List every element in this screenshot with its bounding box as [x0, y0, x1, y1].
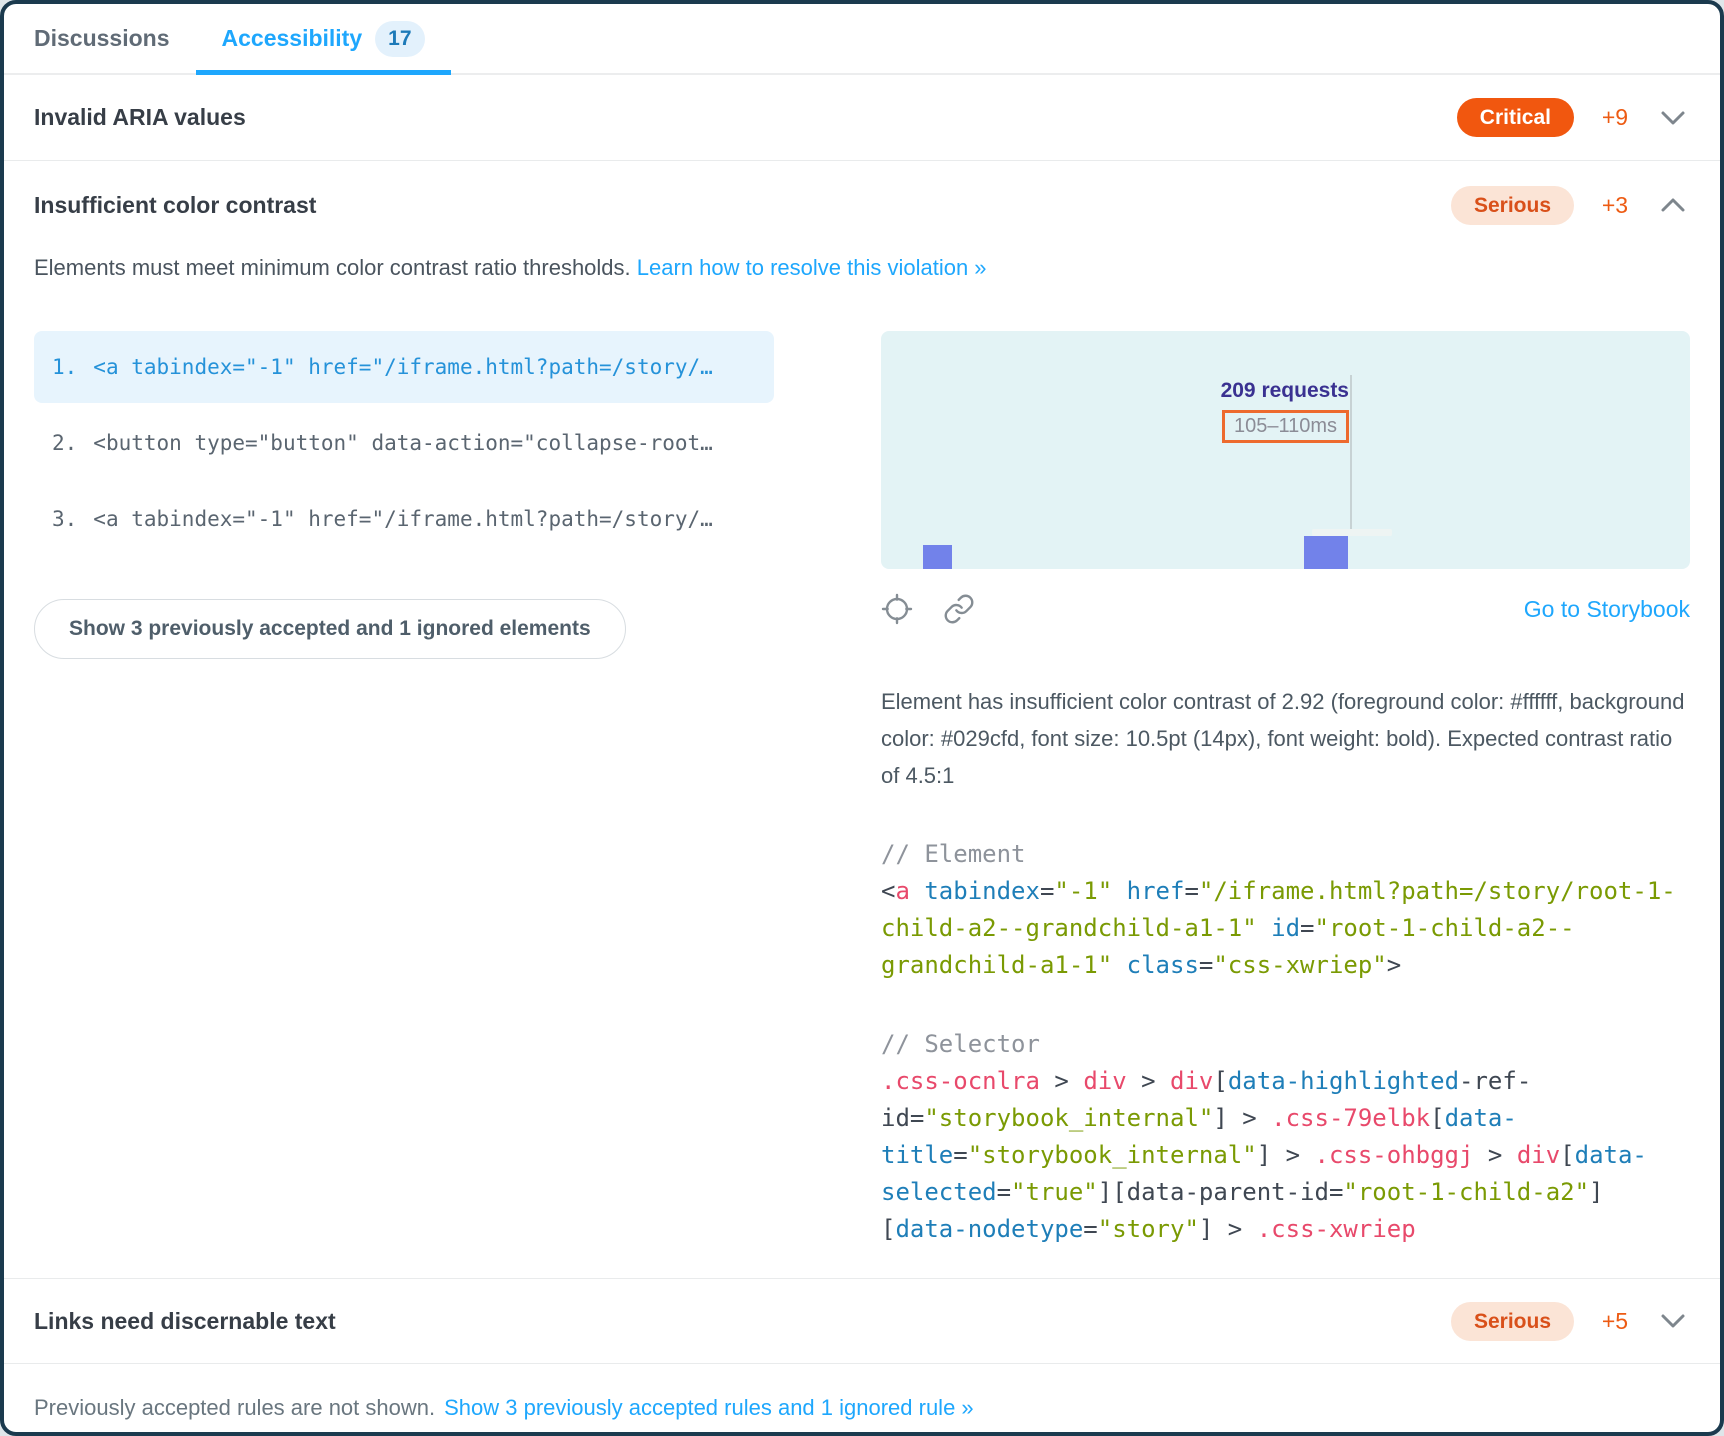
rule-title: Invalid ARIA values: [34, 104, 246, 131]
link-icon[interactable]: [943, 593, 975, 625]
learn-how-link[interactable]: Learn how to resolve this violation »: [637, 255, 987, 280]
locate-icon[interactable]: [881, 593, 913, 625]
element-list-column: 1. <a tabindex="-1" href="/iframe.html?p…: [34, 331, 774, 1248]
accessibility-count-badge: 17: [375, 21, 424, 57]
footer-note: Previously accepted rules are not shown.: [34, 1395, 435, 1421]
extra-count: +5: [1594, 1308, 1636, 1335]
rule-meta: Serious +3: [1451, 186, 1690, 225]
chart-bar-center: [1304, 536, 1348, 569]
element-code-block: // Element <a tabindex="-1" href="/ifram…: [881, 836, 1690, 984]
rule-meta: Critical +9: [1457, 98, 1690, 137]
element-list-item-1[interactable]: 1. <a tabindex="-1" href="/iframe.html?p…: [34, 331, 774, 403]
bar-hover-cap: [1312, 529, 1392, 536]
go-to-storybook-link[interactable]: Go to Storybook: [1524, 596, 1690, 623]
selector-code: .css-ocnlra > div > div[data-highlighted…: [881, 1063, 1690, 1248]
rule-row-invalid-aria[interactable]: Invalid ARIA values Critical +9: [4, 75, 1720, 160]
rule-row-color-contrast[interactable]: Insufficient color contrast Serious +3: [34, 161, 1690, 249]
chart-bar-left: [923, 545, 952, 569]
accessibility-panel: Discussions Accessibility 17 Invalid ARI…: [0, 0, 1724, 1436]
rule-description-text: Elements must meet minimum color contras…: [34, 255, 631, 280]
extra-count: +3: [1594, 192, 1636, 219]
element-list-item-2[interactable]: 2. <button type="button" data-action="co…: [34, 407, 774, 479]
violation-explanation: Element has insufficient color contrast …: [881, 683, 1690, 794]
show-accepted-rules-link[interactable]: Show 3 previously accepted rules and 1 i…: [444, 1395, 974, 1421]
element-detail-column: 209 requests 105–110ms: [881, 331, 1690, 1248]
severity-badge: Critical: [1457, 98, 1574, 137]
rule-title: Links need discernable text: [34, 1308, 336, 1335]
element-number: 3.: [52, 507, 77, 531]
chevron-down-icon[interactable]: [1656, 106, 1690, 130]
tab-accessibility-label: Accessibility: [222, 25, 363, 52]
code-comment: // Selector: [881, 1026, 1690, 1063]
element-list-item-3[interactable]: 3. <a tabindex="-1" href="/iframe.html?p…: [34, 483, 774, 555]
element-code: <a tabindex="-1" href="/iframe.html?path…: [881, 873, 1690, 984]
tooltip-pointer-line: [1350, 375, 1352, 531]
element-number: 1.: [52, 355, 77, 379]
tab-bar: Discussions Accessibility 17: [4, 4, 1720, 75]
extra-count: +9: [1594, 104, 1636, 131]
chevron-up-icon[interactable]: [1656, 193, 1690, 217]
severity-badge: Serious: [1451, 1302, 1574, 1341]
element-code-snippet: <a tabindex="-1" href="/iframe.html?path…: [93, 355, 713, 379]
tab-accessibility[interactable]: Accessibility 17: [196, 4, 451, 73]
element-number: 2.: [52, 431, 77, 455]
tooltip-duration-highlight-box: 105–110ms: [1222, 410, 1349, 443]
rule-title: Insufficient color contrast: [34, 192, 316, 219]
chart-tooltip: 209 requests 105–110ms: [881, 379, 1349, 443]
show-accepted-elements-button[interactable]: Show 3 previously accepted and 1 ignored…: [34, 599, 626, 659]
chevron-down-icon[interactable]: [1656, 1309, 1690, 1333]
rule-row-discernable-text[interactable]: Links need discernable text Serious +5: [4, 1278, 1720, 1363]
rule-expanded-color-contrast: Insufficient color contrast Serious +3 E…: [4, 160, 1720, 1278]
preview-toolbar: Go to Storybook: [881, 593, 1690, 625]
severity-badge: Serious: [1451, 186, 1574, 225]
tab-discussions[interactable]: Discussions: [8, 4, 196, 73]
element-code-snippet: <button type="button" data-action="colla…: [93, 431, 713, 455]
code-comment: // Element: [881, 836, 1690, 873]
selector-code-block: // Selector .css-ocnlra > div > div[data…: [881, 1026, 1690, 1248]
panel-footer: Previously accepted rules are not shown.…: [4, 1363, 1720, 1436]
tooltip-requests-label: 209 requests: [881, 379, 1349, 403]
rule-detail-columns: 1. <a tabindex="-1" href="/iframe.html?p…: [34, 331, 1690, 1248]
rule-meta: Serious +5: [1451, 1302, 1690, 1341]
element-code-snippet: <a tabindex="-1" href="/iframe.html?path…: [93, 507, 713, 531]
rule-description: Elements must meet minimum color contras…: [34, 255, 1690, 281]
tab-discussions-label: Discussions: [34, 25, 170, 52]
story-preview-thumbnail[interactable]: 209 requests 105–110ms: [881, 331, 1690, 569]
